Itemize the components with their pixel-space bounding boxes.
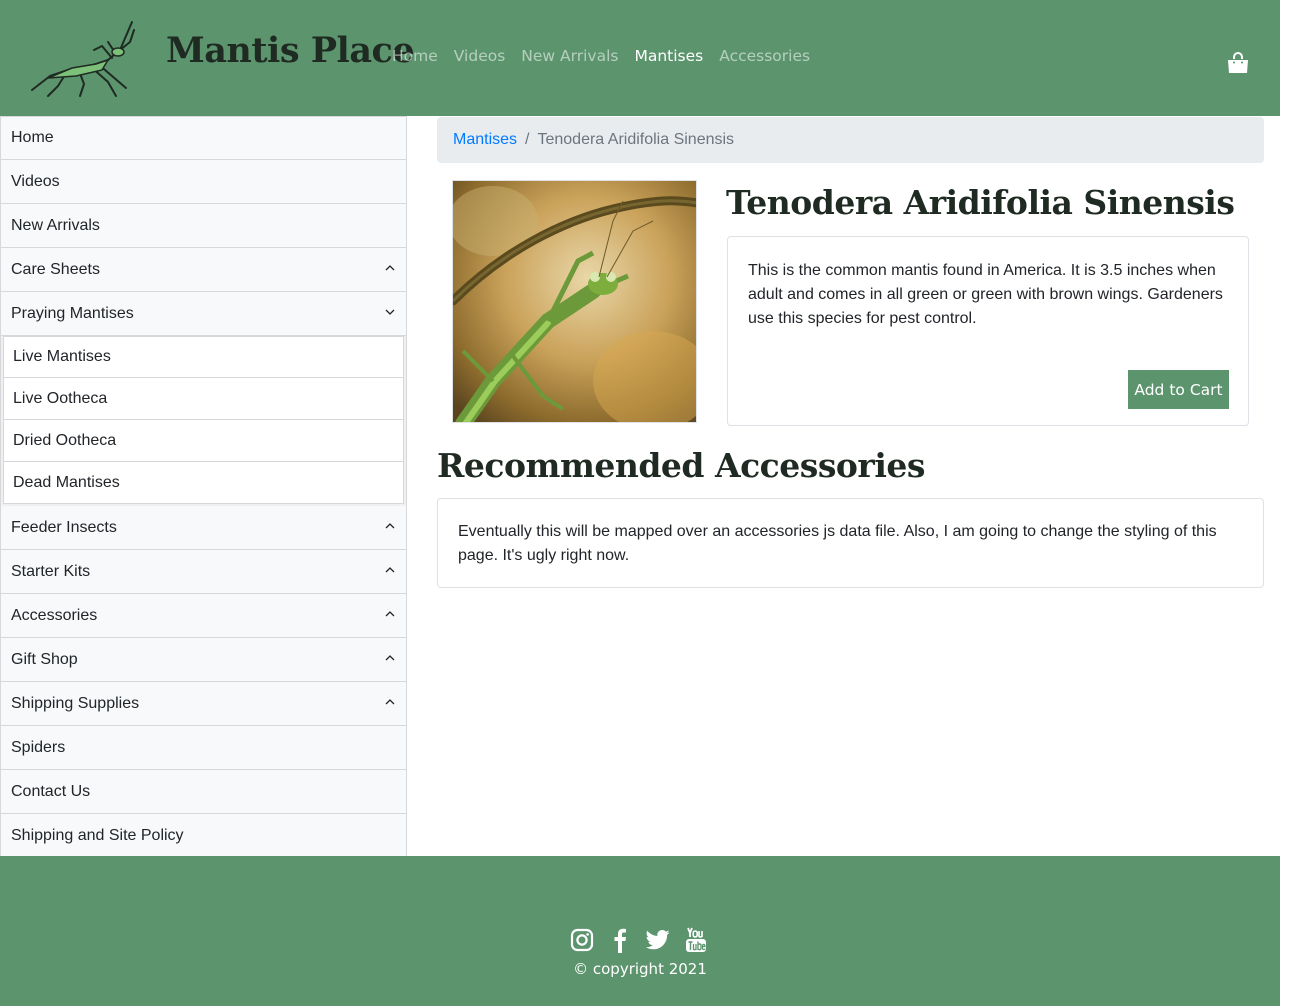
sidebar-item-label: Shipping Supplies	[11, 694, 140, 712]
sidebar-item-shipping-policy[interactable]: Shipping and Site Policy	[0, 814, 407, 858]
add-to-cart-button[interactable]: Add to Cart	[1128, 370, 1229, 409]
submenu-item-live-mantises[interactable]: Live Mantises	[3, 336, 404, 378]
sidebar-item-praying-mantises[interactable]: Praying Mantises	[0, 292, 407, 336]
sidebar-item-feeder-insects[interactable]: Feeder Insects	[0, 506, 407, 550]
sidebar-item-label: Gift Shop	[11, 650, 78, 668]
chevron-up-icon[interactable]	[384, 520, 396, 532]
copyright-text: © copyright 2021	[573, 960, 707, 978]
submenu-item-dried-ootheca[interactable]: Dried Ootheca	[3, 420, 404, 462]
recommended-accessories-card: Eventually this will be mapped over an a…	[437, 498, 1264, 588]
sidebar: Home Videos New Arrivals Care Sheets Pra…	[0, 116, 407, 858]
mantis-logo[interactable]	[28, 16, 140, 100]
chevron-up-icon[interactable]	[384, 262, 396, 274]
chevron-up-icon[interactable]	[384, 652, 396, 664]
sidebar-item-spiders[interactable]: Spiders	[0, 726, 407, 770]
sidebar-item-care-sheets[interactable]: Care Sheets	[0, 248, 407, 292]
sidebar-item-label: Home	[11, 129, 54, 146]
site-footer: © copyright 2021	[0, 856, 1280, 1006]
sidebar-item-videos[interactable]: Videos	[0, 160, 407, 204]
breadcrumb-link-mantises[interactable]: Mantises	[453, 131, 517, 149]
chevron-down-icon[interactable]	[384, 306, 396, 318]
sidebar-item-new-arrivals[interactable]: New Arrivals	[0, 204, 407, 248]
sidebar-item-accessories[interactable]: Accessories	[0, 594, 407, 638]
product-title: Tenodera Aridifolia Sinensis	[726, 183, 1235, 222]
submenu-item-label: Dead Mantises	[13, 473, 120, 491]
sidebar-item-label: Starter Kits	[11, 562, 91, 580]
nav-home[interactable]: Home	[392, 47, 446, 65]
nav-new-arrivals[interactable]: New Arrivals	[513, 47, 626, 65]
product-description: This is the common mantis found in Ameri…	[748, 262, 1223, 327]
main-nav: Home Videos New Arrivals Mantises Access…	[392, 47, 818, 65]
site-header: Mantis Place Home Videos New Arrivals Ma…	[0, 0, 1280, 116]
sidebar-item-contact-us[interactable]: Contact Us	[0, 770, 407, 814]
nav-accessories[interactable]: Accessories	[711, 47, 818, 65]
youtube-icon[interactable]	[684, 927, 708, 953]
instagram-icon[interactable]	[570, 927, 594, 953]
submenu-item-label: Live Mantises	[13, 348, 111, 365]
praying-mantises-submenu: Live Mantises Live Ootheca Dried Ootheca…	[0, 336, 407, 506]
recommended-accessories-text: Eventually this will be mapped over an a…	[458, 523, 1217, 564]
chevron-up-icon[interactable]	[384, 696, 396, 708]
breadcrumb: Mantises / Tenodera Aridifolia Sinensis	[437, 117, 1264, 163]
sidebar-item-gift-shop[interactable]: Gift Shop	[0, 638, 407, 682]
sidebar-item-home[interactable]: Home	[0, 116, 407, 160]
sidebar-item-label: Accessories	[11, 606, 98, 624]
sidebar-item-label: Spiders	[11, 738, 66, 756]
sidebar-item-label: Praying Mantises	[11, 304, 134, 322]
social-links	[570, 927, 708, 953]
submenu-item-live-ootheca[interactable]: Live Ootheca	[3, 378, 404, 420]
facebook-icon[interactable]	[608, 927, 632, 953]
sidebar-item-label: New Arrivals	[11, 216, 100, 234]
sidebar-item-label: Contact Us	[11, 782, 91, 800]
product-description-card: This is the common mantis found in Ameri…	[727, 236, 1249, 426]
nav-videos[interactable]: Videos	[446, 47, 514, 65]
chevron-up-icon[interactable]	[384, 608, 396, 620]
product-image	[452, 180, 697, 423]
breadcrumb-current: Tenodera Aridifolia Sinensis	[537, 131, 735, 148]
breadcrumb-separator: /	[525, 131, 530, 148]
sidebar-item-label: Care Sheets	[11, 260, 100, 278]
sidebar-item-starter-kits[interactable]: Starter Kits	[0, 550, 407, 594]
twitter-icon[interactable]	[646, 927, 670, 953]
submenu-item-label: Dried Ootheca	[13, 431, 117, 449]
chevron-up-icon[interactable]	[384, 564, 396, 576]
sidebar-item-shipping-supplies[interactable]: Shipping Supplies	[0, 682, 407, 726]
sidebar-item-label: Shipping and Site Policy	[11, 826, 184, 844]
site-title[interactable]: Mantis Place	[166, 30, 415, 71]
sidebar-item-label: Feeder Insects	[11, 518, 117, 536]
submenu-item-dead-mantises[interactable]: Dead Mantises	[3, 462, 404, 504]
submenu-item-label: Live Ootheca	[13, 389, 108, 407]
sidebar-item-label: Videos	[11, 172, 60, 190]
recommended-accessories-heading: Recommended Accessories	[437, 446, 925, 485]
nav-mantises[interactable]: Mantises	[626, 47, 711, 65]
shopping-bag-icon[interactable]	[1226, 51, 1250, 75]
